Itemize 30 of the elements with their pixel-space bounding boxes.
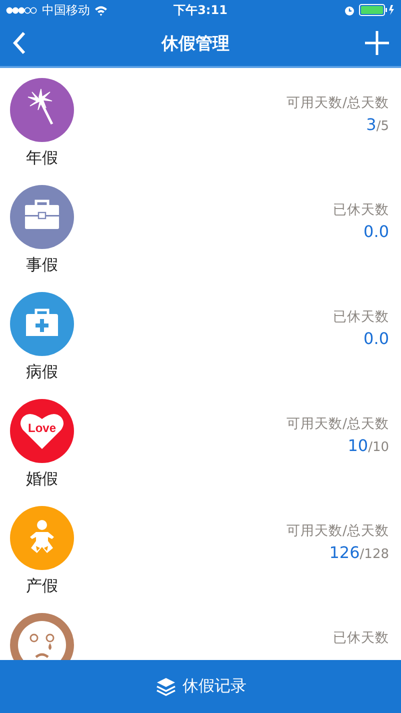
days-heading: 已休天数 <box>333 308 389 326</box>
signal-icon <box>6 6 38 14</box>
wifi-icon <box>94 4 108 16</box>
leave-type-name: 产假 <box>26 576 58 597</box>
days-heading: 可用天数/总天数 <box>286 522 389 540</box>
days-count: 0.0 <box>364 222 389 241</box>
layers-icon <box>154 676 176 698</box>
days-count: 3/5 <box>366 115 389 134</box>
leave-type-name: 病假 <box>26 362 58 383</box>
days-heading: 可用天数/总天数 <box>286 94 389 112</box>
leave-records-button[interactable]: 休假记录 <box>0 660 401 713</box>
battery-icon <box>359 4 395 16</box>
days-count: 0.0 <box>364 329 389 348</box>
add-button[interactable] <box>363 29 391 57</box>
days-heading: 已休天数 <box>333 201 389 219</box>
medical-kit-icon[interactable] <box>10 292 74 356</box>
carrier-name: 中国移动 <box>42 2 90 18</box>
briefcase-icon[interactable] <box>10 185 74 249</box>
back-button[interactable] <box>10 29 28 57</box>
baby-icon[interactable] <box>10 506 74 570</box>
days-count: 10/10 <box>348 436 389 455</box>
alarm-icon <box>344 4 355 16</box>
leave-type-name: 年假 <box>26 148 58 169</box>
days-heading: 可用天数/总天数 <box>286 415 389 433</box>
leave-type-name: 婚假 <box>26 469 58 490</box>
days-count: 126/128 <box>329 543 389 562</box>
page-title: 休假管理 <box>162 32 230 54</box>
status-time: 下午3:11 <box>174 2 228 18</box>
days-heading: 已休天数 <box>333 629 389 647</box>
leave-type-name: 事假 <box>26 255 58 276</box>
